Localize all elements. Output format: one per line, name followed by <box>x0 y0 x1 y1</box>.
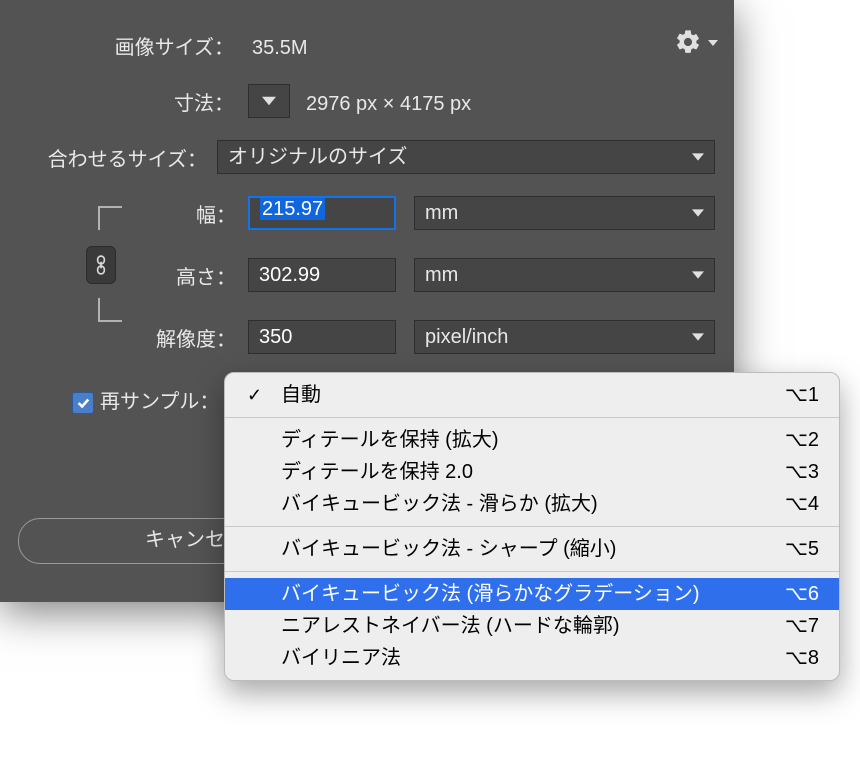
menu-item-label: 自動 <box>281 384 321 406</box>
resolution-unit-select[interactable]: pixel/inch <box>414 320 715 354</box>
menu-item-shortcut: ⌥8 <box>785 642 819 674</box>
dimensions-value: 2976 px × 4175 px <box>306 84 471 124</box>
menu-item-shortcut: ⌥4 <box>785 488 819 520</box>
menu-item-shortcut: ⌥3 <box>785 456 819 488</box>
menu-item-shortcut: ⌥7 <box>785 610 819 642</box>
fit-to-select[interactable]: オリジナルのサイズ <box>217 140 715 174</box>
bracket-icon <box>98 298 122 322</box>
chevron-down-icon <box>692 207 704 219</box>
dimensions-label: 寸法： <box>174 84 234 124</box>
menu-separator <box>225 571 839 572</box>
menu-item-label: バイキュービック法 - 滑らか (拡大) <box>281 493 598 515</box>
width-unit-value: mm <box>425 202 458 224</box>
width-value: 215.97 <box>260 198 325 220</box>
check-icon: ✓ <box>247 379 262 411</box>
menu-item-label: ニアレストネイバー法 (ハードな輪郭) <box>281 615 619 637</box>
menu-separator <box>225 417 839 418</box>
menu-item-label: バイキュービック法 (滑らかなグラデーション) <box>281 583 699 605</box>
menu-item[interactable]: ディテールを保持 2.0 ⌥3 <box>225 456 839 488</box>
menu-separator <box>225 526 839 527</box>
menu-item-label: ディテールを保持 2.0 <box>281 461 473 483</box>
menu-item-shortcut: ⌥6 <box>785 578 819 610</box>
resolution-unit-value: pixel/inch <box>425 326 508 348</box>
chevron-down-icon <box>692 151 704 163</box>
menu-item-label: バイリニア法 <box>281 647 401 669</box>
menu-item-label: バイキュービック法 - シャープ (縮小) <box>281 538 616 560</box>
chevron-down-icon <box>692 269 704 281</box>
height-unit-select[interactable]: mm <box>414 258 715 292</box>
resolution-label: 解像度： <box>156 320 236 360</box>
dimensions-disclosure-button[interactable] <box>248 84 290 118</box>
menu-item[interactable]: バイキュービック法 - 滑らか (拡大) ⌥4 <box>225 488 839 520</box>
resolution-input[interactable] <box>248 320 396 354</box>
resample-label: 再サンプル： <box>100 382 219 422</box>
height-label: 高さ： <box>176 258 236 298</box>
menu-item-shortcut: ⌥2 <box>785 424 819 456</box>
cancel-button-label: キャンセ <box>145 529 225 551</box>
menu-item-shortcut: ⌥5 <box>785 533 819 565</box>
menu-item[interactable]: バイキュービック法 (滑らかなグラデーション) ⌥6 <box>225 578 839 610</box>
resample-method-menu[interactable]: ✓自動⌥1ディテールを保持 (拡大)⌥2ディテールを保持 2.0⌥3バイキュービ… <box>224 372 840 681</box>
fit-to-value: オリジナルのサイズ <box>228 146 407 168</box>
menu-item[interactable]: ディテールを保持 (拡大) ⌥2 <box>225 424 839 456</box>
image-size-label: 画像サイズ： <box>115 28 234 68</box>
fit-to-label: 合わせるサイズ： <box>48 140 207 180</box>
menu-item-label: ディテールを保持 (拡大) <box>281 429 498 451</box>
menu-item[interactable]: バイキュービック法 - シャープ (縮小) ⌥5 <box>225 533 839 565</box>
menu-item-shortcut: ⌥1 <box>785 379 819 411</box>
menu-item[interactable]: バイリニア法 ⌥8 <box>225 642 839 674</box>
width-unit-select[interactable]: mm <box>414 196 715 230</box>
chevron-down-icon <box>692 331 704 343</box>
width-input[interactable]: 215.97 <box>248 196 396 230</box>
width-label: 幅： <box>196 196 236 236</box>
image-size-value: 35.5M <box>252 28 308 68</box>
resample-checkbox[interactable] <box>72 392 94 414</box>
height-input[interactable] <box>248 258 396 292</box>
height-unit-value: mm <box>425 264 458 286</box>
menu-item[interactable]: ニアレストネイバー法 (ハードな輪郭) ⌥7 <box>225 610 839 642</box>
menu-item[interactable]: ✓ 自動 ⌥1 <box>225 379 839 411</box>
